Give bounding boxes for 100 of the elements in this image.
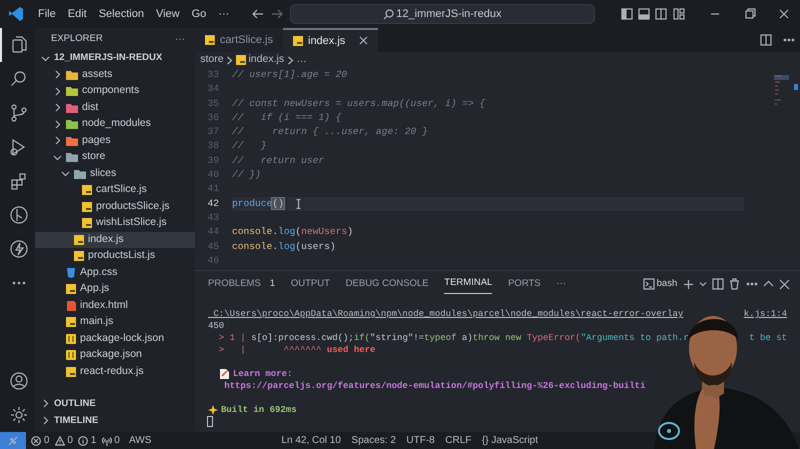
info-icon (78, 436, 88, 446)
tree-item[interactable]: App.js (35, 281, 195, 298)
status-item[interactable]: 0 (31, 433, 50, 448)
panel-layout-icon[interactable] (638, 8, 650, 20)
line-number: 35 (206, 96, 220, 111)
tree-item[interactable]: assets (35, 66, 195, 83)
panel-tab[interactable]: TERMINAL (444, 274, 492, 294)
shell-name[interactable]: bash (656, 276, 678, 292)
js-file-icon (66, 284, 76, 294)
tree-item[interactable]: package-lock.json (35, 330, 195, 347)
status-item[interactable]: 0 (102, 433, 120, 448)
panel-tab[interactable]: DEBUG CONSOLE (346, 274, 429, 294)
antenna-icon (102, 436, 112, 446)
tree-item[interactable]: App.css (35, 264, 195, 281)
status-item[interactable]: Spaces: 2 (351, 433, 396, 448)
chevron-right-icon (226, 56, 234, 64)
tree-item[interactable]: index.html (35, 298, 195, 314)
status-item[interactable]: 0 (54, 433, 73, 448)
chevron-down-icon[interactable] (698, 280, 707, 288)
forward-arrow-icon[interactable] (270, 7, 284, 21)
tree-item[interactable]: productsSlice.js (35, 198, 195, 215)
tree-item[interactable]: node_modules (35, 116, 195, 132)
search-icon (382, 8, 394, 20)
more-tabs-button[interactable]: ··· (556, 274, 566, 294)
customize-layout-icon[interactable] (672, 8, 684, 20)
menu-item[interactable]: Edit (62, 4, 93, 24)
tree-item[interactable]: productsList.js (35, 248, 195, 264)
status-item[interactable]: UTF-8 (406, 433, 435, 448)
tree-item[interactable]: cartSlice.js (35, 182, 195, 198)
close-panel-icon[interactable] (779, 278, 790, 290)
breadcrumb-item[interactable]: index.js (248, 52, 284, 68)
tree-item[interactable]: react-redux.js (35, 364, 195, 380)
status-item[interactable]: 1 (78, 433, 96, 448)
sidebar-layout-icon[interactable] (620, 8, 633, 20)
tree-item[interactable]: index.js (35, 232, 195, 248)
section-header[interactable]: OUTLINE (35, 395, 195, 412)
trash-icon[interactable] (729, 278, 740, 290)
section-header[interactable]: TIMELINE (35, 412, 195, 430)
tree-item[interactable]: pages (35, 132, 195, 149)
tree-item[interactable]: main.js (35, 314, 195, 330)
tree-item[interactable]: components (35, 83, 195, 100)
menu-item[interactable]: Go (186, 4, 212, 24)
js-file-icon (82, 218, 92, 228)
json-file-icon (66, 334, 76, 344)
project-root[interactable]: 12_IMMERJS-IN-REDUX (35, 50, 195, 66)
tree-item[interactable]: wishListSlice.js (35, 215, 195, 232)
more-actions-button[interactable]: ··· (175, 32, 185, 46)
account-icon (8, 371, 28, 391)
editor-tab[interactable]: index.js (283, 28, 378, 52)
line-number: 46 (206, 254, 220, 268)
js-file-icon (236, 55, 246, 65)
editor-tab[interactable]: cartSlice.js (195, 28, 283, 52)
menu-item[interactable]: View (150, 4, 186, 24)
menu-item[interactable]: ··· (212, 4, 236, 24)
tree-item[interactable]: slices (35, 166, 195, 182)
line-number: 44 (206, 225, 220, 240)
line-number: 45 (206, 240, 220, 254)
close-icon[interactable] (359, 36, 368, 46)
app-logo-icon (8, 6, 24, 22)
js-file-icon (293, 36, 303, 46)
code-line: // if (i === 1) { (232, 110, 342, 125)
chevron-right-icon (286, 56, 294, 64)
chevron-down-icon (41, 54, 50, 63)
status-item[interactable]: AWS (129, 433, 152, 448)
split-editor-icon[interactable] (760, 34, 772, 46)
plus-icon[interactable] (682, 278, 694, 290)
code-line: // return { ...user, age: 20 } (232, 125, 428, 140)
branch-icon (8, 103, 28, 123)
html-file-icon (66, 300, 76, 311)
terminal-cursor (207, 416, 213, 427)
split-layout-icon[interactable] (655, 8, 668, 20)
menu-item[interactable]: File (32, 4, 62, 24)
restore-icon[interactable] (744, 8, 756, 20)
split-terminal-icon[interactable] (712, 278, 724, 290)
line-number: 34 (206, 82, 220, 96)
breadcrumb-item[interactable]: … (296, 52, 307, 68)
branch-circle-icon (8, 205, 28, 225)
panel-tab[interactable]: PROBLEMS 1 (208, 274, 276, 294)
command-center-search[interactable]: 12_immerJS-in-redux (290, 4, 595, 24)
code-line: // const newUsers = users.map((user, i) => { (232, 96, 486, 111)
line-number: 43 (206, 210, 220, 225)
tree-item[interactable]: store (35, 149, 195, 166)
panel-tab[interactable]: OUTPUT (290, 274, 330, 294)
js-file-icon (74, 234, 84, 245)
panel-tab[interactable]: PORTS (508, 274, 541, 294)
tree-item[interactable]: dist (35, 100, 195, 116)
lightning-icon (8, 239, 28, 259)
back-arrow-icon[interactable] (251, 7, 266, 21)
line-number: 37 (206, 125, 220, 140)
menu-item[interactable]: Selection (92, 4, 150, 24)
line-number: 38 (206, 139, 220, 154)
line-number: 41 (206, 182, 220, 196)
status-item[interactable]: {} JavaScript (482, 433, 538, 448)
status-item[interactable]: CRLF (445, 433, 472, 448)
line-number: 42 (206, 196, 220, 211)
tree-item[interactable]: package.json (35, 347, 195, 364)
status-item[interactable]: Ln 42, Col 10 (281, 433, 341, 448)
breadcrumb-item[interactable]: store (200, 52, 224, 68)
code-line: // users[1].age = 20 (232, 68, 348, 82)
close-icon[interactable] (778, 8, 790, 20)
